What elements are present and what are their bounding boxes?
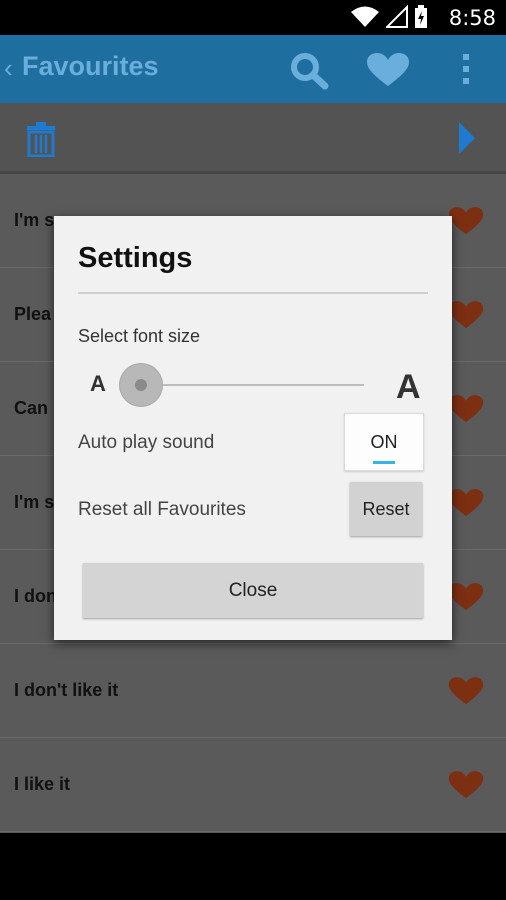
toggle-on-indicator — [373, 461, 395, 464]
battery-charging-icon — [415, 5, 427, 28]
heart-icon[interactable] — [448, 770, 484, 800]
auto-play-toggle[interactable]: ON — [344, 413, 424, 471]
trash-icon[interactable] — [26, 121, 56, 157]
page-title[interactable]: Favourites — [22, 51, 159, 82]
overflow-menu-icon[interactable] — [461, 53, 471, 85]
list-item-text: I'm s — [14, 492, 55, 512]
heart-icon[interactable] — [448, 300, 484, 330]
font-large-glyph: A — [396, 368, 421, 406]
signal-icon — [386, 5, 408, 28]
heart-icon[interactable] — [448, 488, 484, 518]
font-size-slider-thumb[interactable] — [120, 364, 162, 406]
heart-icon[interactable] — [448, 206, 484, 236]
status-bar: 8:58 — [0, 0, 506, 35]
list-item-text: Can — [14, 398, 49, 418]
list-item-text: Plea — [14, 304, 52, 324]
close-button[interactable]: Close — [83, 563, 423, 618]
heart-icon[interactable] — [366, 52, 410, 88]
list-item-text: I like it — [14, 774, 71, 794]
settings-dialog: Settings Select font size A A Auto play … — [54, 216, 452, 640]
slider-thumb-dot — [135, 379, 147, 391]
font-small-glyph: A — [90, 371, 106, 396]
action-bar: ‹ Favourites — [0, 35, 506, 103]
list-item-text: I'm s — [14, 210, 55, 230]
auto-play-label: Auto play sound — [78, 432, 215, 453]
back-chevron-icon[interactable]: ‹ — [4, 53, 13, 84]
auto-play-toggle-state: ON — [370, 432, 398, 452]
play-icon[interactable] — [458, 121, 476, 155]
dialog-divider — [78, 292, 428, 294]
list-item[interactable]: I like it — [0, 738, 506, 832]
font-size-label: Select font size — [78, 326, 201, 346]
status-time: 8:58 — [448, 6, 496, 30]
heart-icon[interactable] — [448, 582, 484, 612]
dialog-title: Settings — [78, 242, 193, 274]
list-item-text: I don — [14, 586, 57, 606]
reset-favourites-label: Reset all Favourites — [78, 499, 246, 520]
list-toolbar — [0, 103, 506, 174]
heart-icon[interactable] — [448, 394, 484, 424]
navigation-bar — [0, 833, 506, 900]
list-item-text: I don't like it — [14, 680, 119, 700]
heart-icon[interactable] — [448, 676, 484, 706]
list-item[interactable]: I don't like it — [0, 644, 506, 738]
search-icon[interactable] — [288, 51, 330, 91]
reset-button[interactable]: Reset — [350, 482, 422, 536]
font-size-slider[interactable] — [142, 384, 364, 386]
status-icons — [350, 5, 428, 29]
wifi-icon — [351, 6, 379, 27]
